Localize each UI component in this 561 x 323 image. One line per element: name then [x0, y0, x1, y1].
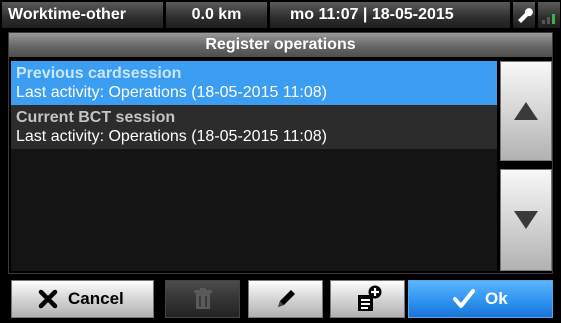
- list-item-name: Previous cardsession: [16, 65, 182, 82]
- status-bar: Worktime-other 0.0 km mo 11:07 | 18-05-2…: [0, 0, 561, 30]
- edit-button[interactable]: [248, 280, 323, 318]
- scroll-track: [500, 161, 552, 169]
- register-operations-panel: Register operations Previous cardsession…: [8, 32, 553, 274]
- ok-button[interactable]: Ok: [408, 280, 553, 318]
- list-item-previous-cardsession[interactable]: Previous cardsession Last activity: Oper…: [11, 61, 497, 105]
- ok-label: Ok: [485, 289, 508, 308]
- panel-title: Register operations: [9, 33, 552, 57]
- new-document-icon: [358, 285, 382, 311]
- scroll-up-button[interactable]: [500, 61, 552, 161]
- checkmark-icon: [453, 289, 475, 308]
- signal-bars-icon: [538, 2, 560, 28]
- scroll-down-button[interactable]: [500, 169, 552, 271]
- distance-readout: 0.0 km: [166, 2, 267, 28]
- cancel-label: Cancel: [68, 289, 124, 308]
- list-item-detail: Last activity: Operations (18-05-2015 11…: [16, 84, 327, 101]
- pencil-icon: [278, 290, 295, 307]
- delete-button: [165, 280, 240, 318]
- arrow-down-icon: [514, 211, 538, 229]
- cancel-button[interactable]: Cancel: [11, 280, 154, 318]
- session-list: Previous cardsession Last activity: Oper…: [11, 61, 497, 271]
- list-item-name: Current BCT session: [16, 109, 176, 126]
- datetime-readout: mo 11:07 | 18-05-2015: [270, 2, 510, 28]
- list-item-detail: Last activity: Operations (18-05-2015 11…: [16, 128, 327, 145]
- x-icon: [38, 289, 58, 309]
- arrow-up-icon: [514, 102, 538, 120]
- wrench-icon: [513, 2, 535, 28]
- activity-status: Worktime-other: [2, 2, 163, 28]
- trash-icon: [194, 288, 212, 309]
- list-item-current-bct-session[interactable]: Current BCT session Last activity: Opera…: [11, 105, 497, 149]
- new-document-button[interactable]: [330, 280, 405, 318]
